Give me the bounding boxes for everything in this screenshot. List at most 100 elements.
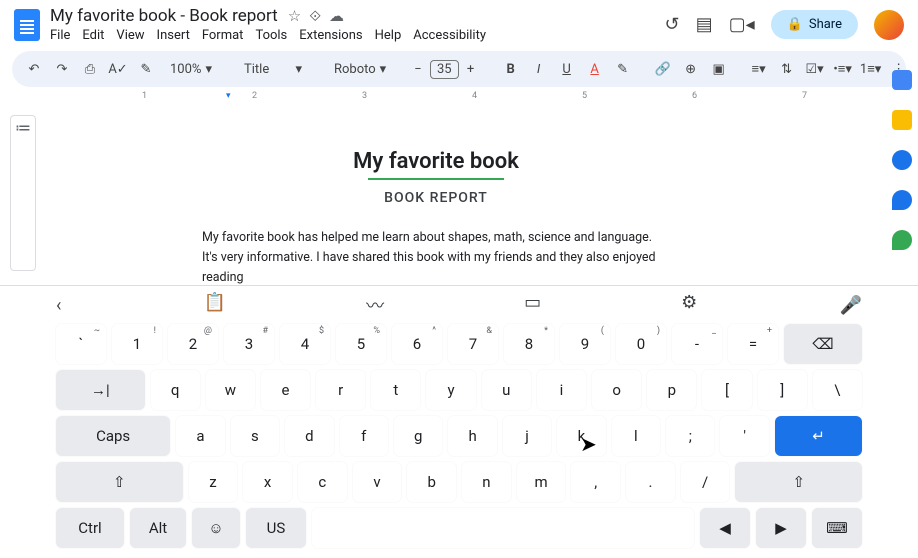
key-a[interactable]: a	[176, 416, 224, 456]
maps-icon[interactable]	[892, 230, 912, 250]
text-color-button[interactable]: A	[585, 58, 605, 81]
cloud-icon[interactable]: ☁	[329, 7, 344, 25]
key-t[interactable]: t	[371, 370, 420, 410]
kb-settings-icon[interactable]: ⚙	[681, 292, 697, 318]
calendar-icon[interactable]	[892, 70, 912, 90]
keep-icon[interactable]	[892, 110, 912, 130]
key-caps[interactable]: Caps	[56, 416, 170, 456]
key-c[interactable]: c	[298, 462, 347, 502]
numbered-button[interactable]: 1≡▾	[861, 57, 881, 81]
key-`[interactable]: `~	[56, 324, 106, 364]
key-7[interactable]: 7&	[448, 324, 498, 364]
key-n[interactable]: n	[462, 462, 511, 502]
key-enter[interactable]: ↵	[775, 416, 862, 456]
image-button[interactable]: ▣	[709, 58, 729, 81]
paint-format-button[interactable]: ✎	[136, 58, 156, 81]
key-k[interactable]: k	[557, 416, 605, 456]
meet-icon[interactable]: ▢◂	[729, 14, 755, 35]
key-6[interactable]: 6^	[392, 324, 442, 364]
key-;[interactable]: ;	[666, 416, 714, 456]
key-r[interactable]: r	[316, 370, 365, 410]
key-f[interactable]: f	[340, 416, 388, 456]
contacts-icon[interactable]	[892, 190, 912, 210]
key-9[interactable]: 9(	[560, 324, 610, 364]
menu-tools[interactable]: Tools	[255, 28, 287, 43]
key-tab[interactable]: →|	[56, 370, 145, 410]
doc-title[interactable]: My favorite book - Book report	[50, 6, 278, 26]
key-space[interactable]	[312, 508, 694, 548]
menu-view[interactable]: View	[116, 28, 144, 43]
bullets-button[interactable]: •≡▾	[833, 57, 853, 81]
link-button[interactable]: 🔗	[653, 58, 673, 81]
outline-icon[interactable]: ≔	[10, 115, 36, 271]
key-w[interactable]: w	[206, 370, 255, 410]
font-decrease[interactable]: −	[408, 58, 428, 81]
key-q[interactable]: q	[151, 370, 200, 410]
key-l[interactable]: l	[612, 416, 660, 456]
zoom-dropdown[interactable]: 100% ▾	[164, 60, 218, 79]
undo-button[interactable]: ↶	[24, 58, 44, 81]
key-e[interactable]: e	[261, 370, 310, 410]
key-left[interactable]: ◀	[700, 508, 750, 548]
key--[interactable]: -_	[672, 324, 722, 364]
key-m[interactable]: m	[517, 462, 566, 502]
kb-back-icon[interactable]: ‹	[56, 295, 61, 316]
kb-handwrite-icon[interactable]: 〰	[366, 292, 384, 318]
key-v[interactable]: v	[353, 462, 402, 502]
avatar[interactable]	[874, 10, 904, 40]
key-o[interactable]: o	[592, 370, 641, 410]
key-i[interactable]: i	[537, 370, 586, 410]
align-button[interactable]: ≡▾	[749, 57, 769, 81]
key-5[interactable]: 5%	[336, 324, 386, 364]
key-3[interactable]: 3#	[224, 324, 274, 364]
docs-logo[interactable]	[14, 9, 40, 41]
font-size-input[interactable]: 35	[430, 60, 459, 79]
redo-button[interactable]: ↷	[52, 58, 72, 81]
key-x[interactable]: x	[243, 462, 292, 502]
key-backspace[interactable]: ⌫	[784, 324, 862, 364]
style-dropdown[interactable]: Title▾	[238, 60, 308, 79]
menu-help[interactable]: Help	[375, 28, 402, 43]
print-button[interactable]: ⎙	[80, 58, 100, 81]
key-=[interactable]: =+	[728, 324, 778, 364]
key-.[interactable]: .	[626, 462, 675, 502]
italic-button[interactable]: I	[529, 58, 549, 81]
key-4[interactable]: 4$	[280, 324, 330, 364]
kb-clipboard-icon[interactable]: 📋	[204, 292, 226, 318]
key-\[interactable]: \	[813, 370, 862, 410]
key-right[interactable]: ▶	[756, 508, 806, 548]
key-z[interactable]: z	[189, 462, 238, 502]
key-[[interactable]: [	[702, 370, 751, 410]
tasks-icon[interactable]	[892, 150, 912, 170]
key-j[interactable]: j	[503, 416, 551, 456]
share-button[interactable]: 🔒 Share	[771, 10, 858, 39]
key-b[interactable]: b	[407, 462, 456, 502]
kb-mic-icon[interactable]: 🎤	[840, 295, 862, 316]
star-icon[interactable]: ☆	[288, 7, 301, 25]
font-increase[interactable]: +	[461, 58, 481, 81]
highlight-button[interactable]: ✎	[613, 58, 633, 81]
key-alt[interactable]: Alt	[130, 508, 186, 548]
line-spacing-button[interactable]: ⇅	[777, 58, 797, 81]
menu-file[interactable]: File	[50, 28, 70, 43]
kb-float-icon[interactable]: ▭	[524, 292, 541, 318]
key-lang[interactable]: US	[246, 508, 306, 548]
key-][interactable]: ]	[758, 370, 807, 410]
key-d[interactable]: d	[285, 416, 333, 456]
key-'[interactable]: '	[720, 416, 768, 456]
key-shift-left[interactable]: ⇧	[56, 462, 183, 502]
spellcheck-button[interactable]: A✓	[108, 58, 128, 81]
font-dropdown[interactable]: Roboto ▾	[328, 60, 388, 79]
menu-insert[interactable]: Insert	[157, 28, 190, 43]
key-ctrl[interactable]: Ctrl	[56, 508, 124, 548]
move-icon[interactable]: ⟐	[309, 7, 321, 25]
key-u[interactable]: u	[482, 370, 531, 410]
key-8[interactable]: 8*	[504, 324, 554, 364]
key-p[interactable]: p	[647, 370, 696, 410]
key-y[interactable]: y	[426, 370, 475, 410]
key-h[interactable]: h	[448, 416, 496, 456]
key-2[interactable]: 2@	[168, 324, 218, 364]
history-icon[interactable]: ↺	[665, 14, 680, 35]
menu-accessibility[interactable]: Accessibility	[413, 28, 486, 43]
ruler[interactable]: 1 ▾ 2 3 4 5 6 7	[12, 91, 906, 105]
